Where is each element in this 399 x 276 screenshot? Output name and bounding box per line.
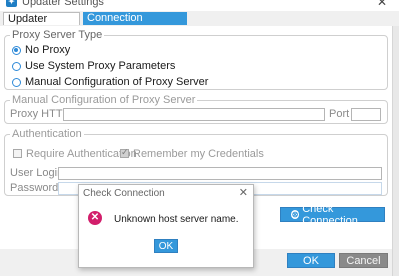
title-bar: ✦ Updater Settings ✕ [0,0,399,11]
remember-credentials-checkbox[interactable]: Remember my Credentials [120,147,264,160]
window-title: Updater Settings [22,0,104,8]
tab-updater-settings[interactable]: Updater Settings [3,12,80,38]
proxy-http-input[interactable] [63,108,325,121]
checkbox-label: Remember my Credentials [133,147,264,160]
manual-configuration-legend: Manual Configuration of Proxy Server [10,94,198,106]
radio-no-proxy[interactable]: No Proxy [12,43,70,57]
proxy-server-type-legend: Proxy Server Type [10,29,105,41]
check-connection-label: Check Connection [302,202,358,227]
checkbox-icon[interactable] [13,149,22,158]
port-label: Port [329,108,350,120]
dialog-message: Unknown host server name. [114,214,239,225]
radio-label: No Proxy [25,44,71,56]
proxy-http-label: Proxy HTTP [10,108,70,120]
error-icon: ✕ [88,211,102,225]
radio-manual-proxy[interactable]: Manual Configuration of Proxy Server [12,75,208,89]
window-edge [392,26,399,276]
radio-button-icon[interactable] [12,77,21,87]
dialog-title: Check Connection [83,188,165,199]
app-icon: ✦ [6,0,17,7]
radio-label: Manual Configuration of Proxy Server [25,76,209,88]
updater-settings-window: ✦ Updater Settings ✕ Updater Settings Co… [0,0,399,276]
authentication-legend: Authentication [10,128,84,140]
radio-button-icon[interactable] [12,45,21,55]
ok-button[interactable]: OK [287,253,335,268]
manual-configuration-group: Manual Configuration of Proxy Server Pro… [4,94,388,124]
proxy-server-type-group: Proxy Server Type No Proxy Use System Pr… [4,29,388,90]
require-authentication-checkbox[interactable]: Require Authentication [13,147,137,160]
check-connection-button[interactable]: ⊗ Check Connection [280,203,385,227]
port-input[interactable] [351,108,381,121]
password-label: Password [10,182,59,194]
user-login-input[interactable] [58,167,382,180]
radio-button-icon[interactable] [12,61,21,71]
radio-label: Use System Proxy Parameters [25,60,176,72]
radio-system-proxy[interactable]: Use System Proxy Parameters [12,59,175,73]
dialog-ok-button[interactable]: OK [154,239,178,253]
tab-bar: Updater Settings Connection Parameters [0,11,399,38]
tab-connection-parameters[interactable]: Connection Parameters [83,12,187,37]
user-login-label: User Login [10,167,64,179]
check-connection-dialog: Check Connection ✕ ✕ Unknown host server… [78,184,254,268]
window-close-icon[interactable]: ✕ [377,0,387,9]
cancel-button[interactable]: Cancel [339,253,388,268]
checkbox-checked-icon[interactable] [120,147,129,158]
dialog-close-icon[interactable]: ✕ [239,186,248,199]
check-connection-icon: ⊗ [291,210,300,219]
